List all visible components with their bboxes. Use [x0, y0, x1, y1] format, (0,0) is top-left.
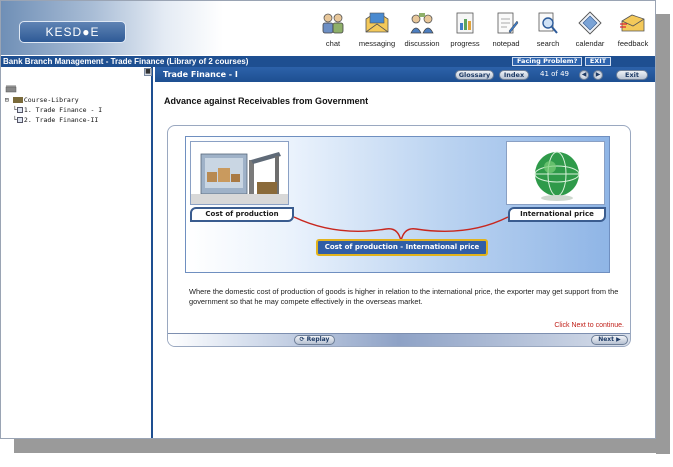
next-label: Next — [598, 336, 615, 343]
search-icon — [535, 11, 561, 35]
description-text: Where the domestic cost of production of… — [189, 287, 619, 306]
envelope-icon — [364, 11, 390, 35]
page-heading: Advance against Receivables from Governm… — [164, 96, 369, 106]
module-title: Trade Finance - I — [163, 70, 238, 79]
notepad-icon — [493, 11, 519, 35]
formula-label: Cost of production - International price — [316, 239, 488, 256]
tree-root-label: Course-Library — [23, 96, 79, 104]
lesson-footer-bar: ⟳ Replay Next ▶ — [168, 333, 630, 346]
window-shadow — [14, 439, 670, 453]
glossary-button[interactable]: Glossary — [455, 70, 494, 80]
page-counter: 41 of 49 — [540, 70, 570, 78]
collapse-panel-button[interactable]: ■ — [144, 68, 152, 76]
index-button[interactable]: Index — [499, 70, 529, 80]
kesdee-logo: KESD●E — [19, 21, 126, 43]
tree-expand-icon[interactable]: ⊟ — [5, 96, 9, 104]
feedback-tool[interactable]: feedback — [607, 9, 655, 53]
book-icon — [16, 117, 23, 123]
tree-header-icon — [5, 85, 102, 95]
tree-item-label: 1. Trade Finance - I — [23, 106, 103, 114]
window-shadow — [656, 14, 670, 454]
replay-icon: ⟳ — [299, 336, 305, 343]
calendar-icon — [577, 11, 603, 35]
course-title: Bank Branch Management - Trade Finance (… — [3, 57, 249, 66]
previous-page-button[interactable]: ◀ — [579, 70, 589, 80]
next-arrow-icon: ▶ — [616, 336, 621, 343]
book-icon — [16, 107, 23, 113]
facing-problem-button[interactable]: Facing Problem? — [512, 57, 583, 66]
next-hint: Click Next to continue. — [554, 322, 624, 329]
lesson-frame: Cost of production International price C… — [167, 125, 631, 347]
progress-icon — [452, 11, 478, 35]
tree-item-label: 2. Trade Finance-II — [23, 116, 99, 124]
discussion-icon — [409, 11, 435, 35]
library-icon — [12, 97, 23, 103]
tree-item-trade-finance-2[interactable]: └ 2. Trade Finance-II — [5, 115, 102, 125]
course-tree-panel: ■ ⊟ Course-Library └ 1. Trade Finance - I… — [1, 67, 153, 438]
exit-button[interactable]: Exit — [616, 70, 648, 80]
top-banner: KESD●E chat messaging discussion progres… — [1, 1, 655, 55]
next-page-button[interactable]: ▶ — [593, 70, 603, 80]
course-window: KESD●E chat messaging discussion progres… — [0, 0, 656, 439]
exit-top-button[interactable]: EXIT — [585, 57, 611, 66]
feedback-icon — [620, 11, 646, 35]
content-header: Trade Finance - I Glossary Index 41 of 4… — [155, 67, 655, 82]
course-tree: ⊟ Course-Library └ 1. Trade Finance - I └… — [5, 85, 102, 125]
chat-icon — [320, 11, 346, 35]
feedback-label: feedback — [617, 39, 649, 48]
course-title-bar: Bank Branch Management - Trade Finance (… — [1, 56, 655, 67]
replay-label: Replay — [306, 336, 330, 343]
tree-root[interactable]: ⊟ Course-Library — [5, 95, 102, 105]
next-button[interactable]: Next ▶ — [591, 335, 628, 345]
price-diagram: Cost of production International price C… — [185, 136, 610, 273]
replay-button[interactable]: ⟳ Replay — [294, 335, 335, 345]
tree-item-trade-finance-1[interactable]: └ 1. Trade Finance - I — [5, 105, 102, 115]
